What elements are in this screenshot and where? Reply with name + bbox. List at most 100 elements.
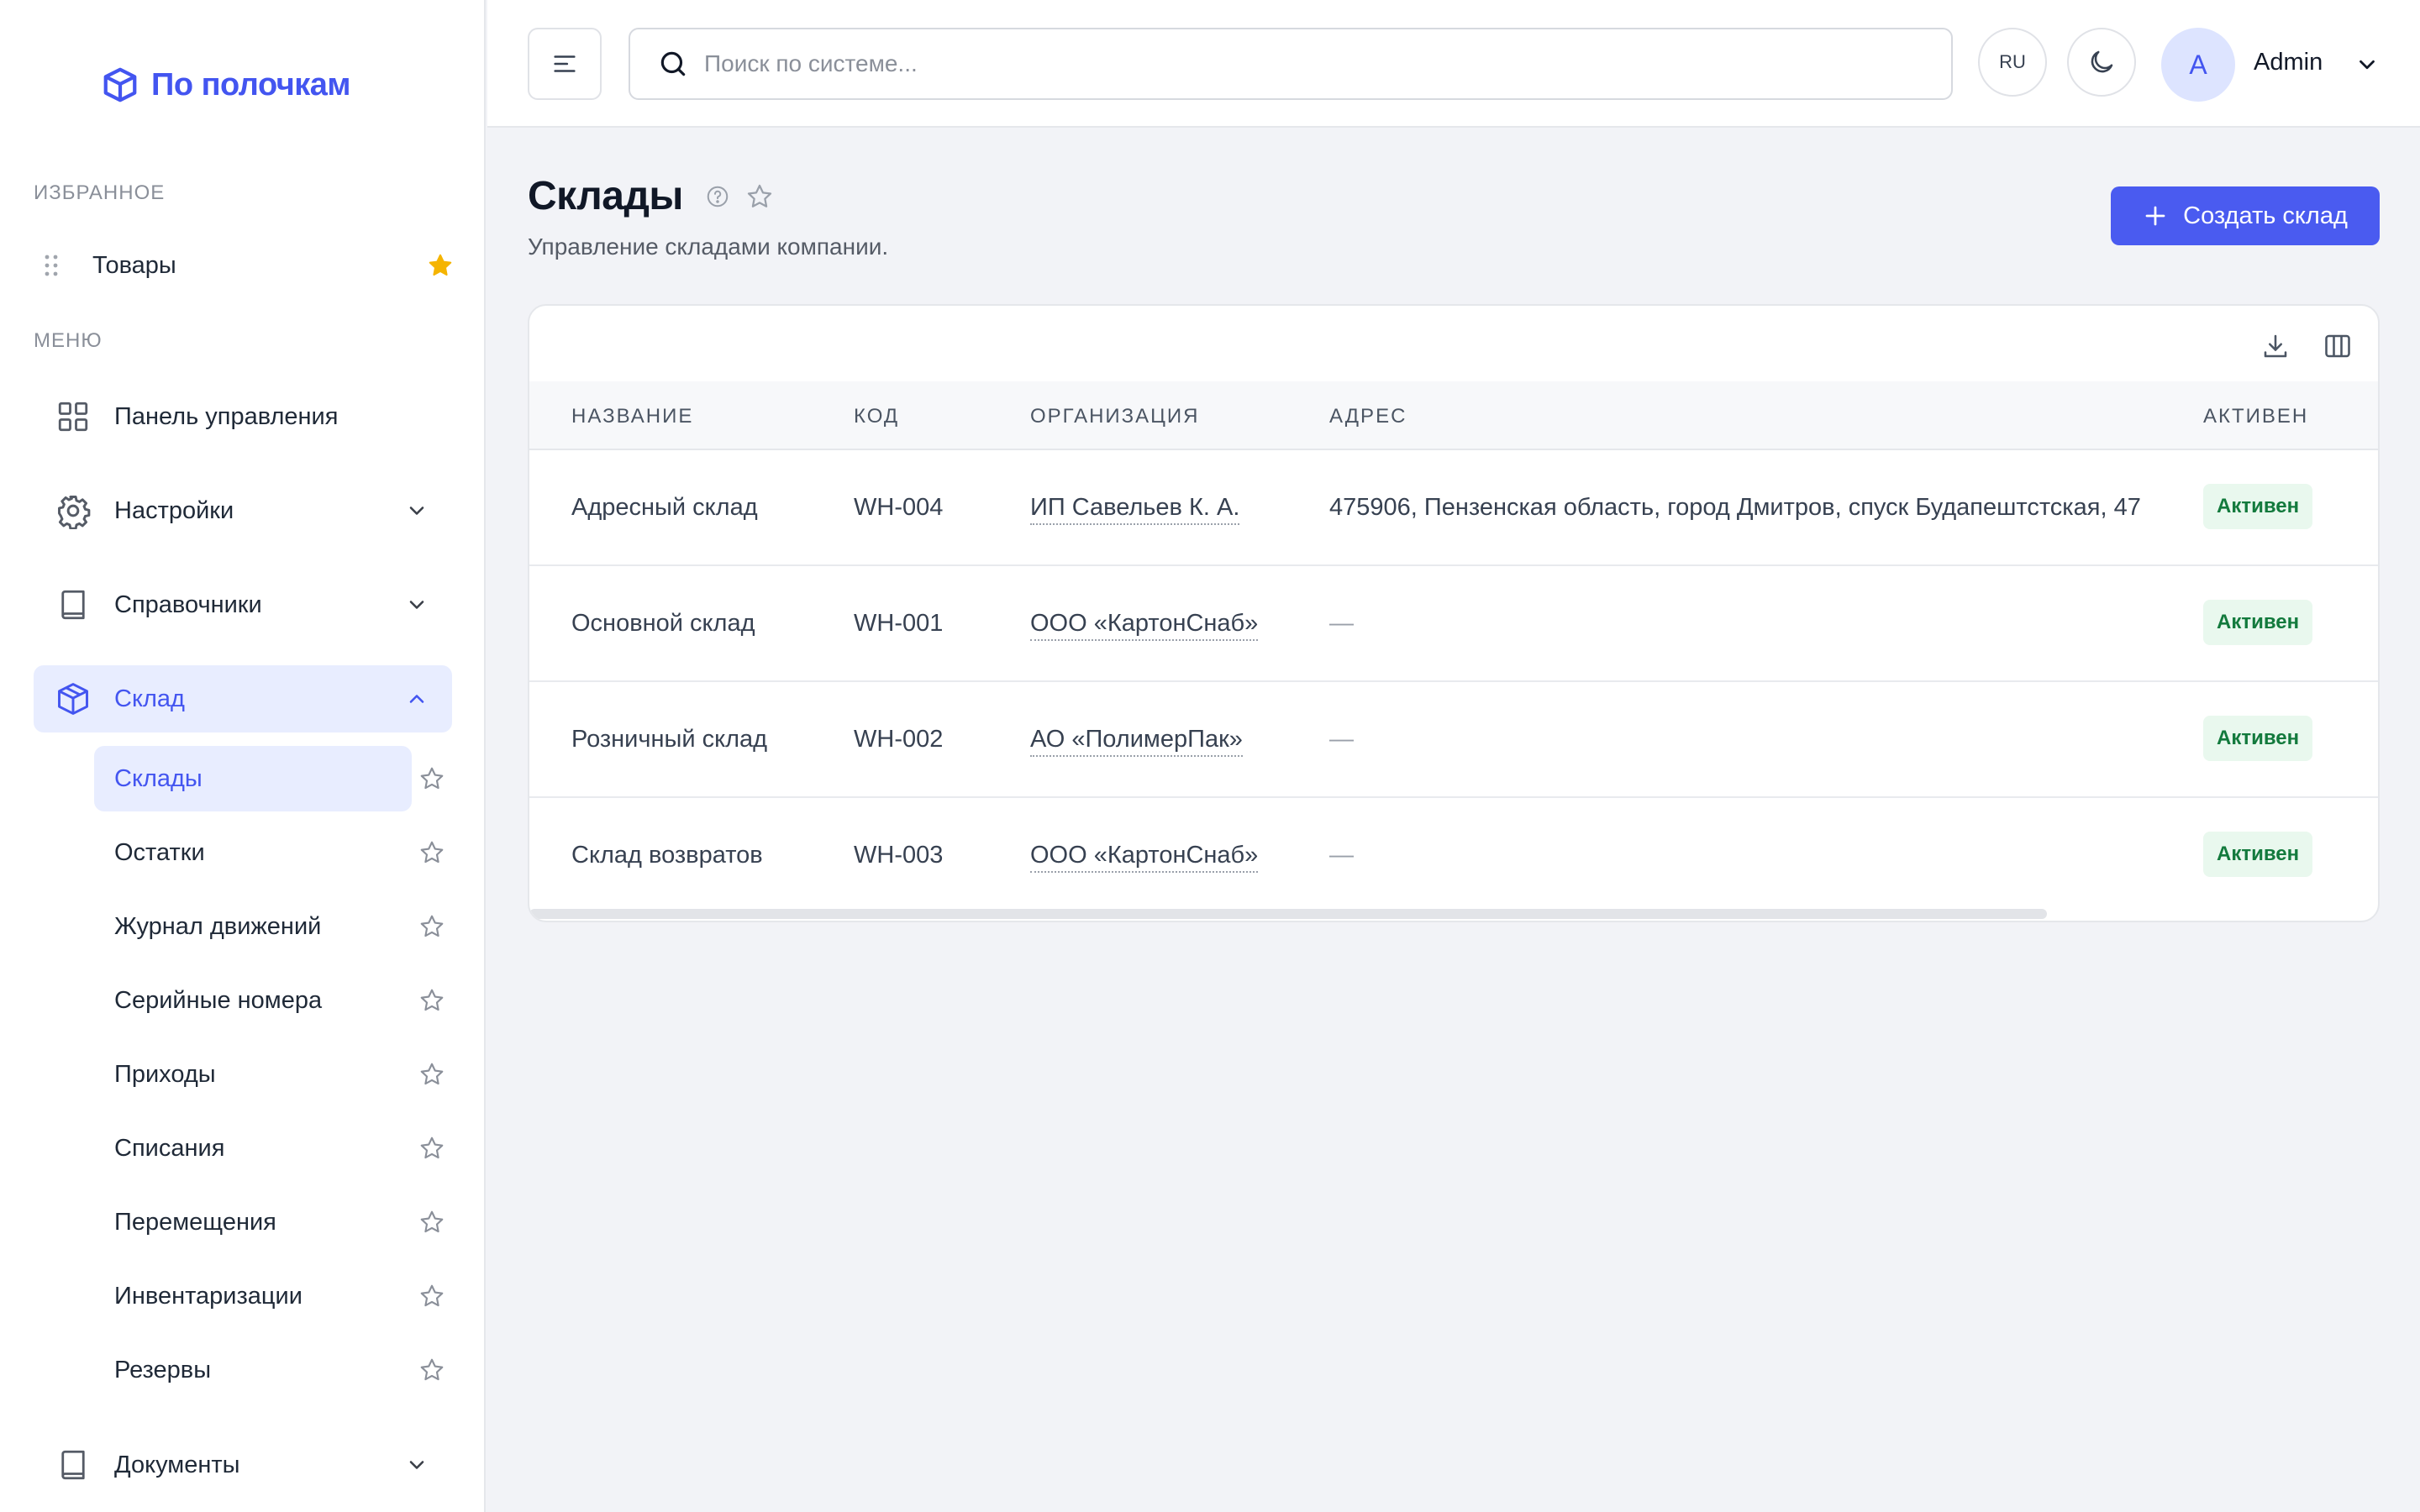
star-outline-icon[interactable] [418,913,445,940]
app-logo[interactable]: По полочкам [101,66,351,104]
cell-name: Основной склад [571,610,755,637]
book-icon [54,1446,92,1484]
sidebar-subitem-movement-log[interactable]: Журнал движений [94,894,412,959]
cell-code: WH-001 [854,610,944,637]
column-header-code[interactable]: Код [854,405,899,428]
plus-icon [2143,203,2168,228]
sidebar-item-documents[interactable]: Документы [34,1431,452,1499]
theme-toggle-button[interactable] [2067,28,2136,97]
gear-icon [54,491,92,530]
star-outline-icon[interactable] [745,182,774,211]
moon-icon [2086,47,2117,77]
sidebar-subitem-label: Инвентаризации [114,1282,302,1310]
column-header-name[interactable]: Название [571,405,693,428]
star-outline-icon[interactable] [418,1209,445,1236]
status-badge: Активен [2203,716,2313,761]
chevron-down-icon[interactable] [2354,52,2380,77]
search-box[interactable] [629,28,1953,100]
create-warehouse-label: Создать склад [2183,202,2348,229]
sidebar-subitem-serial-numbers[interactable]: Серийные номера [94,968,412,1033]
sidebar-subitem-inventories[interactable]: Инвентаризации [94,1263,412,1329]
cell-organization-link[interactable]: ИП Савельев К. А. [1030,494,1240,525]
sidebar-subitem-warehouses[interactable]: Склады [94,746,412,811]
sidebar: По полочкам Избранное Товары Меню Панель… [0,0,486,1512]
sidebar-item-dashboard[interactable]: Панель управления [34,383,452,450]
chevron-down-icon [405,1453,429,1477]
sidebar-toggle-button[interactable] [528,28,602,100]
sidebar-item-warehouse[interactable]: Склад [34,665,452,732]
cell-name: Адресный склад [571,494,758,521]
avatar[interactable]: A [2161,28,2235,102]
cell-address: — [1329,842,1354,869]
app-logo-text: По полочкам [151,66,351,102]
drag-handle-icon[interactable] [44,254,64,277]
table-row[interactable]: Основной склад WH-001 ООО «КартонСнаб» —… [529,566,2378,682]
sidebar-subitem-reserves[interactable]: Резервы [94,1337,412,1403]
help-circle-icon[interactable] [705,184,730,209]
sidebar-subitem-receipts[interactable]: Приходы [94,1042,412,1107]
box-icon [54,680,92,718]
table-row[interactable]: Склад возвратов WH-003 ООО «КартонСнаб» … [529,798,2378,914]
top-bar: RU A Admin [487,0,2420,128]
sidebar-subitem-label: Перемещения [114,1208,276,1236]
page-subtitle: Управление складами компании. [528,234,889,260]
sidebar-item-label: Склад [114,685,185,712]
box-logo-icon [101,66,139,104]
status-badge: Активен [2203,484,2313,529]
sidebar-item-directories[interactable]: Справочники [34,571,452,638]
sidebar-subitem-label: Журнал движений [114,912,322,940]
star-outline-icon[interactable] [418,765,445,792]
download-icon[interactable] [2260,331,2291,361]
cell-organization-link[interactable]: ООО «КартонСнаб» [1030,842,1259,873]
cell-address: 475906, Пензенская область, город Дмитро… [1329,494,2141,521]
favorites-section-label: Избранное [34,181,166,204]
search-input[interactable] [704,50,1881,77]
star-outline-icon[interactable] [418,1135,445,1162]
cell-address: — [1329,726,1354,753]
sidebar-item-label: Настройки [114,496,234,524]
star-outline-icon[interactable] [418,839,445,866]
sidebar-subitem-label: Остатки [114,838,205,866]
sidebar-subitem-stock[interactable]: Остатки [94,820,412,885]
sidebar-subitem-write-offs[interactable]: Списания [94,1116,412,1181]
sidebar-item-label: Справочники [114,591,262,618]
cell-organization-link[interactable]: ООО «КартонСнаб» [1030,610,1259,641]
cell-name: Склад возвратов [571,842,763,869]
star-outline-icon[interactable] [418,1357,445,1383]
table-row[interactable]: Розничный склад WH-002 АО «ПолимерПак» —… [529,682,2378,798]
sidebar-subitem-label: Серийные номера [114,986,323,1014]
sidebar-subitem-label: Приходы [114,1060,216,1088]
star-outline-icon[interactable] [418,987,445,1014]
page-title: Склады [528,174,683,218]
star-outline-icon[interactable] [418,1283,445,1310]
chevron-down-icon [405,499,429,522]
status-badge: Активен [2203,600,2313,645]
sidebar-item-settings[interactable]: Настройки [34,477,452,544]
column-header-organization[interactable]: Организация [1030,405,1200,428]
table-row[interactable]: Адресный склад WH-004 ИП Савельев К. А. … [529,450,2378,566]
favorite-item-label: Товары [92,251,176,279]
chevron-up-icon [405,687,429,711]
column-header-address[interactable]: Адрес [1329,405,1407,428]
cell-code: WH-003 [854,842,944,869]
star-outline-icon[interactable] [418,1061,445,1088]
horizontal-scrollbar[interactable] [529,909,2047,919]
cell-organization-link[interactable]: АО «ПолимерПак» [1030,726,1243,757]
favorite-item-products[interactable]: Товары [34,240,454,291]
star-filled-icon[interactable] [427,252,454,279]
page-header: Склады [528,173,774,219]
user-name[interactable]: Admin [2254,49,2323,76]
column-header-active[interactable]: Активен [2203,405,2308,428]
language-switch-button[interactable]: RU [1978,28,2047,97]
cell-address: — [1329,610,1354,637]
sidebar-subitem-label: Резервы [114,1356,212,1383]
create-warehouse-button[interactable]: Создать склад [2111,186,2380,245]
dashboard-grid-icon [54,397,92,436]
status-badge: Активен [2203,832,2313,877]
chevron-down-icon [405,593,429,617]
cell-code: WH-004 [854,494,944,521]
sidebar-subitem-transfers[interactable]: Перемещения [94,1189,412,1255]
table-header: Название Код Организация Адрес Активен [529,381,2378,450]
book-icon [54,585,92,624]
columns-icon[interactable] [2323,331,2353,361]
